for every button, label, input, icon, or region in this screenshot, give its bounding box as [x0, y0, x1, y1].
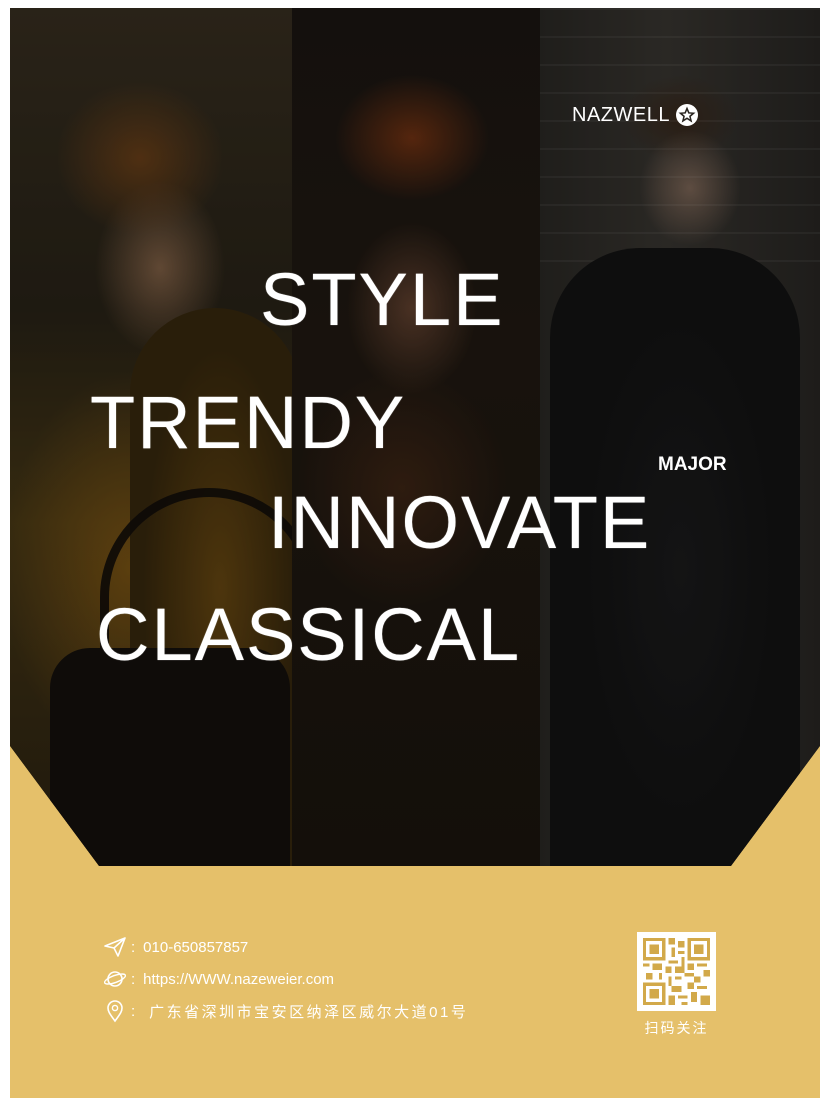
qr-caption: 扫码关注 — [644, 1020, 709, 1036]
paper-plane-icon — [102, 935, 128, 959]
brand-name: NAZWELL — [572, 103, 670, 126]
headline-tag-major: MAJOR — [658, 454, 727, 475]
headline-trendy: TRENDY — [90, 381, 407, 464]
contact-phone-row: : 010-650857857 — [102, 932, 468, 962]
contact-phone-colon: : — [131, 938, 136, 956]
contact-address: 广东省深圳市宝安区纳泽区威尔大道01号 — [149, 1003, 469, 1021]
headline-style: STYLE — [260, 258, 505, 341]
contact-website[interactable]: https://WWW.nazeweier.com — [143, 971, 334, 988]
contact-website-colon: : — [131, 970, 136, 988]
headline-classical: CLASSICAL — [96, 593, 522, 676]
contact-address-row: : 广东省深圳市宝安区纳泽区威尔大道01号 — [102, 996, 468, 1026]
contact-info: : 010-650857857 : https://WWW.nazeweier.… — [102, 932, 468, 1028]
globe-icon — [102, 967, 128, 991]
brand-logo: NAZWELL — [572, 103, 699, 127]
contact-address-colon: : — [131, 1002, 136, 1020]
poster: NAZWELL STYLE TRENDY MAJOR INNOVATE CLAS… — [10, 8, 820, 1098]
qr-code-icon — [643, 938, 710, 1005]
contact-website-row: : https://WWW.nazeweier.com — [102, 964, 468, 994]
star-badge-icon — [675, 104, 698, 126]
headline-innovate: INNOVATE — [268, 481, 652, 564]
qr-code[interactable] — [637, 932, 716, 1011]
contact-phone[interactable]: 010-650857857 — [143, 939, 248, 956]
location-pin-icon — [102, 999, 128, 1023]
